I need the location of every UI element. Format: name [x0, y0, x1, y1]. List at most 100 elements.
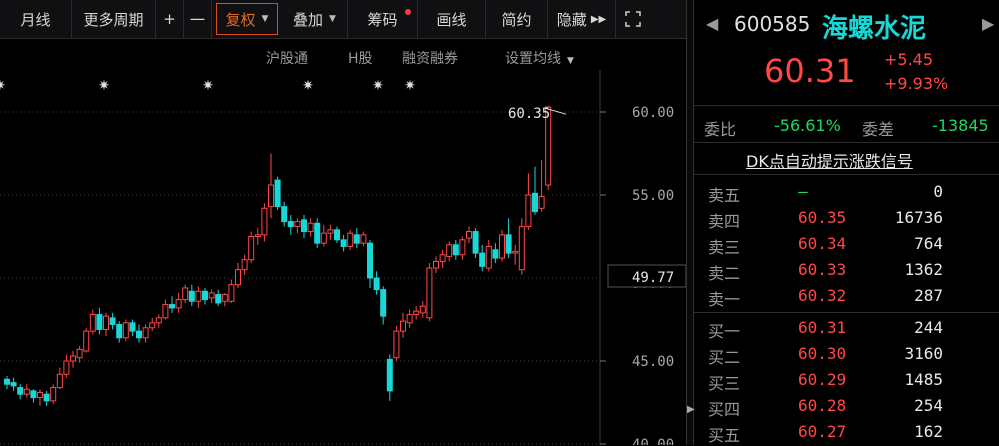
hide-button[interactable]: 隐藏 ▶▶ — [548, 0, 616, 38]
candle-body — [221, 294, 228, 302]
more-period-button[interactable]: 更多周期 — [72, 0, 156, 38]
hshare-link[interactable]: H股 — [348, 48, 373, 68]
candle-body — [386, 358, 393, 392]
buy-row[interactable]: 买五 60.27 162 — [694, 420, 999, 445]
sell-volume: 16736 — [894, 208, 943, 227]
sell-row[interactable]: 卖二 60.33 1362 — [694, 258, 999, 283]
candle — [215, 289, 222, 307]
stock-code: 600585 — [734, 12, 811, 36]
candle-body — [83, 330, 90, 352]
monthly-button[interactable]: 月线 — [0, 0, 72, 38]
candle-body — [393, 330, 400, 359]
zoom-in-label: + — [163, 10, 176, 28]
candle-body — [215, 294, 222, 304]
candlestick-chart[interactable]: ✷✷✷✷✷✷ 60.35 60.0055.0045.0040.0050.0049… — [0, 70, 686, 445]
candle — [400, 312, 406, 338]
candle — [281, 201, 288, 227]
candle-body — [446, 244, 453, 257]
candle — [195, 286, 202, 308]
candle-body — [169, 304, 175, 309]
hugutong-link[interactable]: 沪股通 — [266, 48, 308, 68]
next-stock-icon[interactable]: ▶ — [982, 14, 994, 33]
ma-setting-dropdown[interactable]: 设置均线 ▼ — [505, 48, 574, 68]
candle-body — [43, 393, 50, 402]
event-marker-icon[interactable]: ✷ — [202, 78, 214, 94]
candle-body — [17, 387, 24, 395]
candle-body — [307, 222, 314, 233]
candle-body — [314, 222, 321, 244]
candle-body — [532, 192, 538, 213]
buy-row[interactable]: 买四 60.28 254 — [694, 394, 999, 419]
margin-trading-link[interactable]: 融资融券 — [402, 48, 458, 68]
chips-label: 筹码 — [367, 10, 398, 29]
collapse-arrow-icon[interactable]: ▶ — [687, 404, 695, 415]
candle-body — [518, 226, 525, 271]
divider — [694, 142, 999, 143]
candle-body — [472, 231, 479, 254]
event-marker-icon[interactable]: ✷ — [302, 78, 314, 94]
event-marker-icon[interactable]: ✷ — [0, 78, 6, 94]
chips-button[interactable]: 筹码 — [348, 0, 418, 38]
weibi-label: 委比 — [704, 120, 737, 139]
fullscreen-button[interactable] — [616, 0, 650, 38]
buy-row[interactable]: 买三 60.29 1485 — [694, 368, 999, 393]
zoom-out-label: 一 — [189, 10, 205, 29]
candle-body — [538, 196, 545, 209]
candle — [228, 279, 235, 303]
candle — [393, 326, 400, 361]
indicator-bar: 沪股通 H股 融资融券 设置均线 ▼ — [0, 44, 600, 70]
candle — [182, 284, 189, 303]
candle — [406, 309, 413, 328]
sell-row[interactable]: 卖一 60.32 287 — [694, 284, 999, 309]
buy-row[interactable]: 买一 60.31 244 — [694, 316, 999, 341]
candle-body — [499, 234, 505, 259]
candle-body — [76, 348, 83, 359]
more-period-label: 更多周期 — [83, 10, 144, 29]
event-marker-icon[interactable]: ✷ — [404, 78, 416, 94]
sell-price: — — [798, 182, 808, 201]
zoom-out-button[interactable]: 一 — [184, 0, 212, 38]
candle-body — [433, 260, 439, 269]
candle — [261, 203, 268, 242]
event-marker-icon[interactable]: ✷ — [372, 78, 384, 94]
sell-level-label: 卖三 — [708, 238, 741, 257]
simple-button[interactable]: 简约 — [486, 0, 548, 38]
candle-body — [367, 242, 373, 279]
candle-body — [109, 317, 116, 325]
candle-body — [287, 221, 294, 228]
buy-price: 60.28 — [798, 396, 847, 415]
buy-level-label: 买一 — [708, 322, 741, 341]
candle-body — [4, 378, 10, 385]
event-marker-icon[interactable]: ✷ — [98, 78, 110, 94]
sell-row[interactable]: 卖五 — 0 — [694, 180, 999, 205]
candle — [518, 218, 525, 275]
buy-volume: 162 — [914, 422, 943, 441]
buy-row[interactable]: 买二 60.30 3160 — [694, 342, 999, 367]
candle-body — [241, 259, 248, 271]
candle — [202, 287, 208, 305]
candle — [89, 309, 96, 335]
overlay-dropdown[interactable]: 叠加 ▼ — [282, 0, 348, 38]
candle — [426, 263, 433, 322]
draw-line-button[interactable]: 画线 — [418, 0, 486, 38]
candle-body — [208, 292, 215, 299]
event-markers: ✷ ✷ ✷ ✷ ✷ ✷ — [0, 78, 416, 94]
zoom-in-button[interactable]: + — [156, 0, 184, 38]
candle — [70, 351, 76, 368]
adjust-right-dropdown[interactable]: 复权 ▼ — [216, 3, 278, 35]
sell-row[interactable]: 卖三 60.34 764 — [694, 232, 999, 257]
candle-body — [479, 252, 486, 267]
prev-stock-icon[interactable]: ◀ — [706, 14, 718, 33]
candle-body — [459, 239, 466, 256]
candle-body — [512, 250, 519, 254]
candle — [334, 226, 340, 244]
buy-volume: 1485 — [904, 370, 943, 389]
panel-splitter[interactable]: ▶ — [686, 0, 695, 445]
candle-body — [136, 330, 142, 339]
candle-body — [103, 315, 109, 330]
candle — [301, 214, 307, 239]
sell-row[interactable]: 卖四 60.35 16736 — [694, 206, 999, 231]
buy-price: 60.31 — [798, 318, 847, 337]
dk-signal-link[interactable]: DK点自动提示涨跌信号 — [746, 148, 913, 172]
quote-panel: ◀ 600585 海螺水泥 ▶ 60.31 +5.45 +9.93% 委比 -5… — [694, 0, 999, 445]
